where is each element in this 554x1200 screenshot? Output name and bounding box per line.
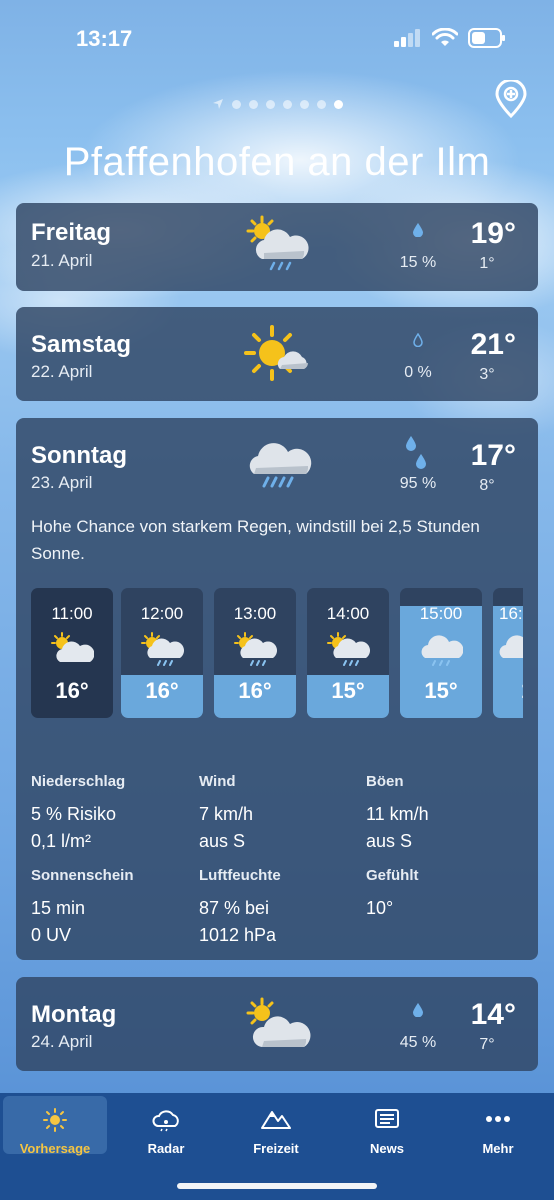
day-date: 22. April xyxy=(31,362,93,381)
day-card-monday[interactable]: Montag 24. April 45 % 14° 7° xyxy=(16,977,538,1071)
hour-time: 11:00 xyxy=(51,604,93,623)
hour-temp: 15° xyxy=(331,678,365,703)
hour-temp: 1 xyxy=(521,678,523,704)
page-dot xyxy=(282,99,292,109)
raindrop-icon xyxy=(413,223,423,237)
temp-max: 14° xyxy=(470,998,516,1031)
precip-chance: 45 % xyxy=(399,1034,437,1051)
day-date: 21. April xyxy=(31,251,93,270)
day-name: Freitag xyxy=(31,219,112,246)
tab-radar[interactable]: Radar xyxy=(114,1096,218,1156)
hour-card[interactable]: 15:00 15° xyxy=(400,588,482,718)
day-name: Sonntag xyxy=(31,442,127,469)
stat-niederschlag: Niederschlag 5 % Risiko 0,1 l/m² xyxy=(31,773,126,851)
home-indicator[interactable] xyxy=(177,1183,377,1189)
city-title: Pfaffenhofen an der Ilm xyxy=(63,140,491,184)
wifi-icon xyxy=(432,28,458,46)
day-date: 23. April xyxy=(31,473,93,492)
hour-card[interactable]: 11:00 16° xyxy=(31,588,113,718)
temp-max: 21° xyxy=(470,328,516,361)
page-dot xyxy=(248,99,258,109)
sun-cloud-icon xyxy=(51,632,94,662)
page-dot xyxy=(316,99,326,109)
battery-icon xyxy=(468,28,505,48)
temp-min: 3° xyxy=(479,366,495,383)
raindrop-icon xyxy=(413,1003,423,1017)
sun-icon xyxy=(43,1108,67,1132)
raindrop-outline-icon xyxy=(413,333,423,347)
page-dot xyxy=(231,99,241,109)
signal-icon xyxy=(394,29,420,47)
page-dot xyxy=(265,99,275,109)
hour-temp: 15° xyxy=(424,678,458,703)
sun-cloud-rain-icon xyxy=(327,632,370,666)
sun-cloud-rain-icon xyxy=(234,632,277,666)
stat-gefuehlt: Gefühlt 10° xyxy=(366,867,419,918)
hour-time: 13:00 xyxy=(233,604,277,623)
hour-card[interactable]: 12:00 16° xyxy=(121,588,203,718)
day-description: Hohe Chance von starkem Regen, windstill… xyxy=(31,517,480,563)
temp-max: 17° xyxy=(470,439,516,472)
stat-boeen: Böen 11 km/h aus S xyxy=(366,773,429,851)
temp-min: 7° xyxy=(479,1036,495,1053)
hour-time: 14:00 xyxy=(326,604,370,623)
page-dot-active xyxy=(333,99,343,109)
precip-chance: 95 % xyxy=(399,475,437,492)
mountain-icon xyxy=(261,1111,291,1129)
more-dots-icon xyxy=(486,1116,510,1122)
hourly-forecast-strip[interactable]: 11:00 16° 12:00 16° 13:00 16° 14:00 15° … xyxy=(31,588,523,720)
day-card-saturday[interactable]: Samstag 22. April 0 % 21° 3° xyxy=(16,307,538,401)
cloud-heavy-rain-icon xyxy=(249,443,312,488)
page-dot xyxy=(299,99,309,109)
temp-min: 8° xyxy=(479,477,495,494)
sun-cloud-icon xyxy=(246,997,311,1047)
tab-news[interactable]: News xyxy=(335,1096,439,1156)
hour-card[interactable]: 16:00 1 xyxy=(493,588,523,718)
hour-temp: 16° xyxy=(238,678,272,703)
radar-cloud-icon xyxy=(152,1110,179,1132)
raindrops-icon xyxy=(406,436,426,469)
newspaper-icon xyxy=(375,1109,399,1128)
temp-min: 1° xyxy=(479,255,495,272)
hour-card[interactable]: 13:00 16° xyxy=(214,588,296,718)
hour-time: 15:00 xyxy=(419,604,463,623)
hour-time: 16:00 xyxy=(499,604,523,623)
day-card-friday[interactable]: Freitag 21. April 15 % 19° 1° xyxy=(16,203,538,291)
stat-sonnenschein: Sonnenschein 15 min 0 UV xyxy=(31,867,134,945)
day-card-sunday-expanded[interactable]: Sonntag 23. April 95 % 17° 8° Hohe Chanc… xyxy=(16,418,538,960)
sun-cloud-rain-icon xyxy=(141,632,184,666)
sun-small-cloud-icon xyxy=(244,325,308,381)
tab-freizeit[interactable]: Freizeit xyxy=(224,1096,328,1156)
cloud-rain-icon xyxy=(421,635,463,666)
tab-vorhersage[interactable]: Vorhersage xyxy=(3,1096,107,1156)
status-time: 13:17 xyxy=(76,26,133,51)
cloud-icon xyxy=(499,635,523,658)
hour-temp: 16° xyxy=(55,678,89,703)
hour-card[interactable]: 14:00 15° xyxy=(307,588,389,718)
precip-chance: 0 % xyxy=(404,364,432,381)
tab-mehr[interactable]: Mehr xyxy=(446,1096,550,1156)
day-name: Montag xyxy=(31,1001,117,1028)
sun-cloud-rain-icon xyxy=(246,215,309,271)
hour-temp: 16° xyxy=(145,678,179,703)
page-indicator[interactable] xyxy=(0,98,554,110)
precip-chance: 15 % xyxy=(399,254,437,271)
stat-luftfeuchte: Luftfeuchte 87 % bei 1012 hPa xyxy=(199,867,281,945)
day-date: 24. April xyxy=(31,1032,93,1051)
status-bar: 13:17 xyxy=(0,0,554,70)
hour-time: 12:00 xyxy=(140,604,184,623)
temp-max: 19° xyxy=(470,217,516,250)
day-name: Samstag xyxy=(31,331,132,358)
stat-wind: Wind 7 km/h aus S xyxy=(199,773,254,851)
location-arrow-icon xyxy=(212,99,223,109)
